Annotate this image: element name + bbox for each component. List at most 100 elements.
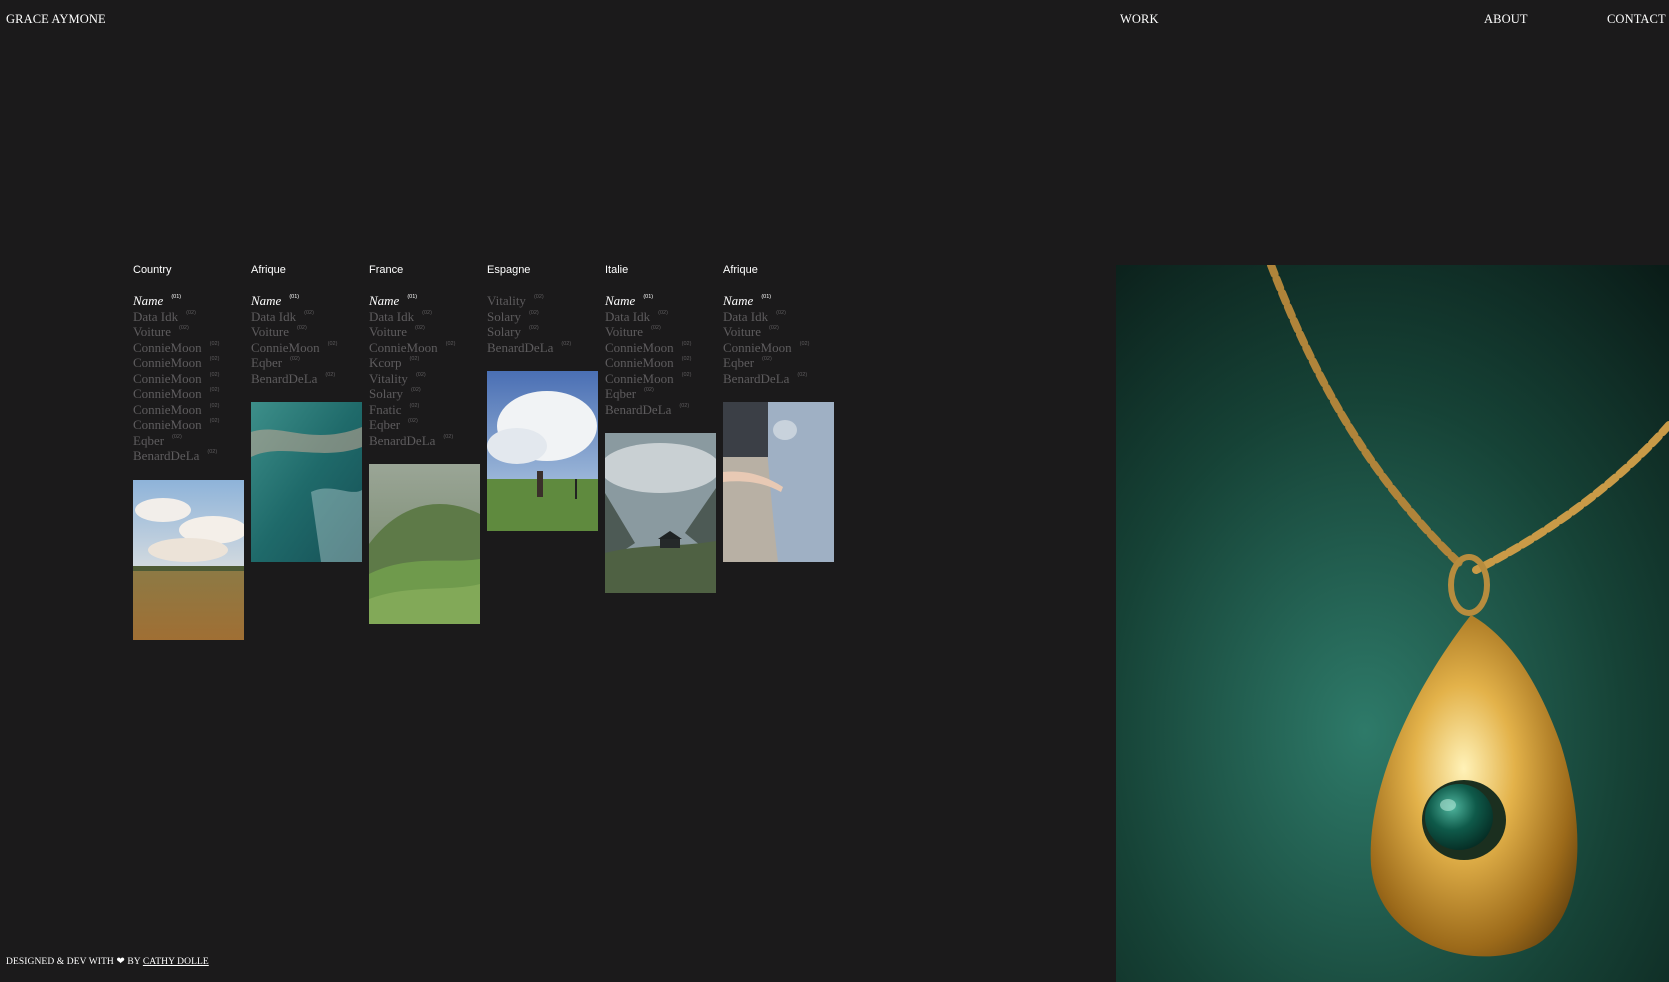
list-item[interactable]: Data Idk (02) <box>369 309 481 325</box>
list-item-count: (02) <box>533 294 544 300</box>
list-item-count: (02) <box>209 356 220 362</box>
list-item[interactable]: Name (01) <box>605 293 717 309</box>
list-item[interactable]: Eqber (02) <box>605 386 717 402</box>
list-item[interactable]: Eqber (02) <box>723 355 835 371</box>
list-item[interactable]: Solary (02) <box>487 309 599 325</box>
list-item[interactable]: BenardDeLa (02) <box>487 340 599 356</box>
thumbnail-field-under-clouds[interactable] <box>133 479 244 640</box>
list-item[interactable]: Eqber (02) <box>133 433 245 449</box>
category-column: Italie Name (01) Data Idk (02) Voiture (02) Co… <box>605 263 717 593</box>
list-item-label: Eqber <box>133 432 165 448</box>
list-item[interactable]: ConnieMoon (02) <box>133 340 245 356</box>
list-item[interactable]: Name (01) <box>369 293 481 309</box>
list-item-label: Name <box>605 293 636 308</box>
list-item[interactable]: Data Idk (02) <box>133 309 245 325</box>
list-item[interactable]: ConnieMoon (02) <box>133 402 245 418</box>
list-item-count: (02) <box>179 325 189 331</box>
list-item[interactable]: Eqber (02) <box>251 355 363 371</box>
hero-image-gold-pendant-necklace <box>1116 265 1669 982</box>
list-item-count: (02) <box>410 387 421 393</box>
list-item-count: (02) <box>681 356 692 362</box>
list-item-count: (02) <box>297 325 307 331</box>
list-item[interactable]: Voiture (02) <box>251 324 363 340</box>
list-item-count: (02) <box>422 309 432 316</box>
thumbnail-misty-green-hills[interactable] <box>369 464 480 624</box>
list-item[interactable]: BenardDeLa (02) <box>369 433 481 449</box>
list-item-label: Vitality <box>487 293 526 308</box>
list-item[interactable]: Data Idk (02) <box>605 309 717 325</box>
list-item[interactable]: ConnieMoon (02) <box>133 417 245 433</box>
list-item-label: Vitality <box>369 370 408 386</box>
list-item-count: (02) <box>172 433 182 440</box>
nav-contact-link[interactable]: CONTACT <box>1607 12 1666 27</box>
list-item-label: Solary <box>369 386 403 401</box>
list-item[interactable]: Solary (02) <box>487 324 599 340</box>
list-item-label: ConnieMoon <box>369 339 438 355</box>
list-item[interactable]: Name (01) <box>723 293 835 309</box>
column-heading: Italie <box>605 264 629 276</box>
list-item[interactable]: Data Idk (02) <box>723 309 835 325</box>
list-item-count: (01) <box>289 294 300 300</box>
list-item[interactable]: Vitality (02) <box>369 371 481 387</box>
list-item[interactable]: Eqber (02) <box>369 417 481 433</box>
list-item-count: (02) <box>769 325 779 331</box>
list-item[interactable]: ConnieMoon (02) <box>605 371 717 387</box>
list-item-label: BenardDeLa <box>487 339 554 355</box>
list-item[interactable]: ConnieMoon (02) <box>605 355 717 371</box>
thumbnail-hand-out-of-car-window[interactable] <box>723 402 834 562</box>
list-item[interactable]: BenardDeLa (02) <box>723 371 835 387</box>
list-item[interactable]: ConnieMoon (02) <box>133 355 245 371</box>
list-item-count: (02) <box>409 356 420 362</box>
list-item[interactable]: Solary (02) <box>369 386 481 402</box>
list-item-label: ConnieMoon <box>605 339 674 355</box>
category-column: Espagne Vitality (02) Solary (02) Solary (02)… <box>487 263 599 531</box>
list-item[interactable]: Name (01) <box>133 293 245 309</box>
list-item[interactable]: Name (01) <box>251 293 363 309</box>
site-logo[interactable]: GRACE AYMONE <box>6 12 106 27</box>
list-item-label: ConnieMoon <box>133 401 202 417</box>
nav-work-link[interactable]: WORK <box>1120 12 1159 27</box>
heart-icon: ❤ <box>116 956 125 967</box>
list-item[interactable]: Voiture (02) <box>133 324 245 340</box>
list-item-count: (02) <box>209 387 220 393</box>
list-item[interactable]: ConnieMoon (02) <box>605 340 717 356</box>
list-item[interactable]: Data Idk (02) <box>251 309 363 325</box>
credit-link[interactable]: CATHY DOLLE <box>143 957 209 967</box>
list-item-count: (01) <box>171 294 182 300</box>
list-item[interactable]: BenardDeLa (02) <box>251 371 363 387</box>
list-item-label: Voiture <box>369 324 408 339</box>
footer-text: DESIGNED & DEV WITH <box>6 957 114 967</box>
list-item[interactable]: ConnieMoon (02) <box>133 386 245 402</box>
nav-about-link[interactable]: ABOUT <box>1484 12 1528 27</box>
thumbnail-photographer-in-meadow[interactable] <box>487 371 598 531</box>
list-item-label: Data Idk <box>723 308 769 324</box>
thumbnail-cabin-in-mountain-valley[interactable] <box>605 433 716 593</box>
list-item[interactable]: Vitality (02) <box>487 293 599 309</box>
list-item[interactable]: Fnatic (02) <box>369 402 481 418</box>
thumbnail-ocean-wave[interactable] <box>251 402 362 562</box>
list-item-count: (02) <box>209 340 220 347</box>
footer-credit: DESIGNED & DEV WITH ❤ BY CATHY DOLLE <box>6 956 209 967</box>
column-heading: Afrique <box>723 264 758 276</box>
column-heading: Afrique <box>251 264 286 276</box>
list-item[interactable]: ConnieMoon (02) <box>369 340 481 356</box>
list-item[interactable]: ConnieMoon (02) <box>723 340 835 356</box>
list-item[interactable]: Voiture (02) <box>723 324 835 340</box>
list-item-count: (02) <box>304 309 314 316</box>
list-item-label: ConnieMoon <box>133 370 202 386</box>
list-item[interactable]: ConnieMoon (02) <box>251 340 363 356</box>
list-item[interactable]: ConnieMoon (02) <box>133 371 245 387</box>
list-item-count: (02) <box>415 371 426 378</box>
list-item-count: (01) <box>761 294 772 300</box>
column-list: Vitality (02) Solary (02) Solary (02) BenardDe… <box>487 293 599 355</box>
category-column: France Name (01) Data Idk (02) Voiture (02) Co… <box>369 263 481 624</box>
list-item[interactable]: Voiture (02) <box>605 324 717 340</box>
list-item-label: BenardDeLa <box>251 370 318 386</box>
list-item-label: Name <box>251 293 282 308</box>
list-item[interactable]: Voiture (02) <box>369 324 481 340</box>
list-item[interactable]: BenardDeLa (02) <box>605 402 717 418</box>
list-item[interactable]: Kcorp (02) <box>369 355 481 371</box>
list-item[interactable]: BenardDeLa (02) <box>133 448 245 464</box>
list-item-label: ConnieMoon <box>723 339 792 355</box>
list-item-label: Voiture <box>133 324 172 339</box>
